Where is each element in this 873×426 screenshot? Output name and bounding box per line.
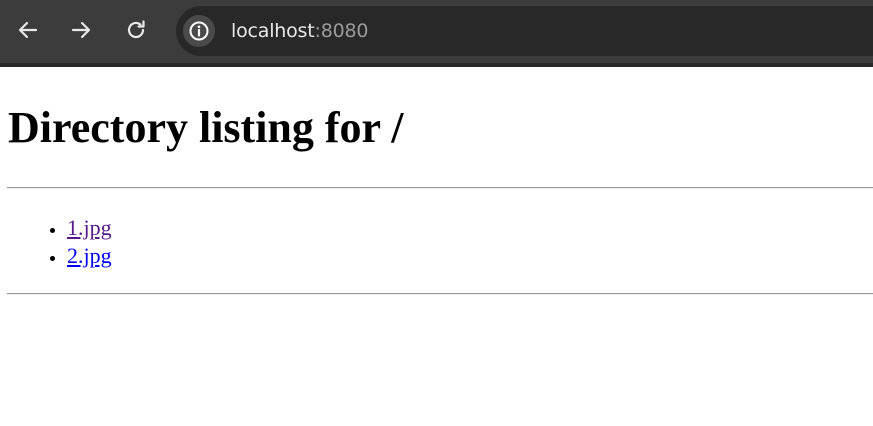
arrow-left-icon [18, 21, 38, 39]
reload-button[interactable] [119, 13, 153, 47]
info-icon [189, 21, 209, 41]
file-link[interactable]: 2.jpg [67, 243, 112, 268]
list-item: 2.jpg [67, 242, 112, 270]
address-bar[interactable]: localhost:8080 [176, 6, 873, 56]
url-port: :8080 [314, 20, 369, 42]
url-host: localhost [231, 20, 315, 42]
bottom-divider [7, 293, 873, 295]
file-link[interactable]: 1.jpg [67, 215, 112, 240]
url-text[interactable]: localhost:8080 [231, 19, 368, 43]
file-list: 1.jpg 2.jpg [0, 214, 112, 270]
forward-button[interactable] [64, 13, 98, 47]
browser-toolbar: localhost:8080 [0, 0, 873, 67]
top-divider [7, 187, 873, 189]
arrow-right-icon [71, 21, 91, 39]
reload-icon [127, 20, 145, 39]
page-title: Directory listing for / [8, 103, 404, 152]
back-button[interactable] [11, 13, 45, 47]
site-info-button[interactable] [183, 15, 215, 47]
list-item: 1.jpg [67, 214, 112, 242]
